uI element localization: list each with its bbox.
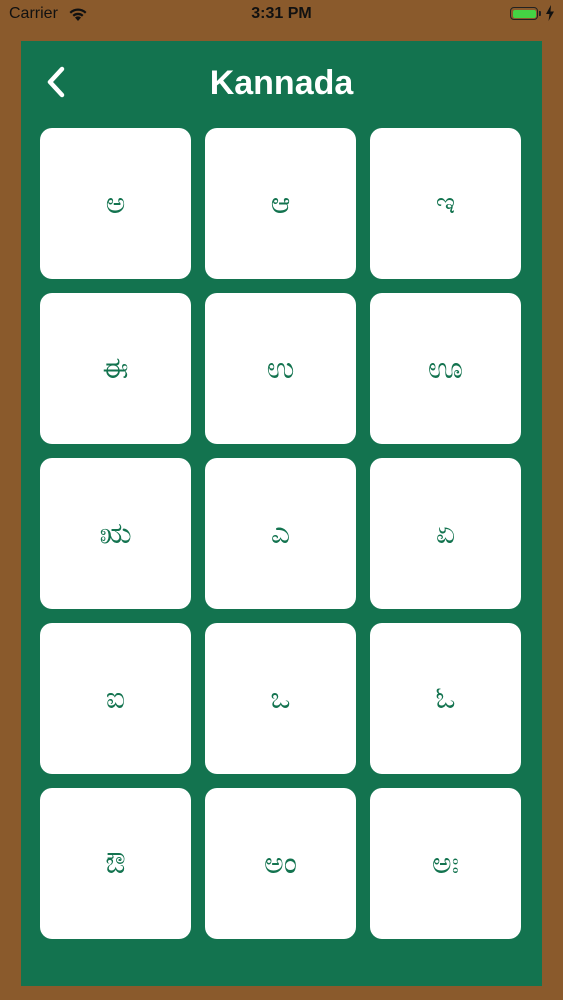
letter-label: ಔ <box>105 846 126 881</box>
letter-tile[interactable]: ಊ <box>370 293 521 444</box>
letter-label: ಏ <box>435 516 456 551</box>
letter-tile[interactable]: ಏ <box>370 458 521 609</box>
letter-grid: ಅ ಆ ಇ ಈ ಉ ಊ ಋ ಎ ಏ ಐ ಒ ಓ ಔ ಅಂ ಅಃ <box>40 128 521 939</box>
letter-label: ಋ <box>99 516 132 551</box>
letter-label: ಈ <box>102 351 129 386</box>
letter-tile[interactable]: ಅಃ <box>370 788 521 939</box>
letters-board: Kannada ಅ ಆ ಇ ಈ ಉ ಊ ಋ ಎ ಏ ಐ ಒ ಓ ಔ ಅಂ ಅಃ <box>21 41 542 986</box>
letter-tile[interactable]: ಉ <box>205 293 356 444</box>
letter-label: ಐ <box>105 681 126 716</box>
letter-tile[interactable]: ಐ <box>40 623 191 774</box>
letter-tile[interactable]: ಈ <box>40 293 191 444</box>
letter-tile[interactable]: ಔ <box>40 788 191 939</box>
status-bar: Carrier 3:31 PM <box>0 0 563 30</box>
letter-label: ಅಃ <box>431 846 460 881</box>
letter-tile[interactable]: ಎ <box>205 458 356 609</box>
letter-tile[interactable]: ಇ <box>370 128 521 279</box>
letter-tile[interactable]: ಒ <box>205 623 356 774</box>
battery-tip <box>539 11 541 16</box>
letter-tile[interactable]: ಓ <box>370 623 521 774</box>
letter-label: ಇ <box>435 186 456 221</box>
letter-label: ಊ <box>427 351 464 386</box>
letter-label: ಅಂ <box>263 846 298 881</box>
letter-label: ಆ <box>270 186 291 221</box>
letter-label: ಅ <box>105 186 126 221</box>
letter-label: ಉ <box>266 351 295 386</box>
letter-tile[interactable]: ಆ <box>205 128 356 279</box>
letter-tile[interactable]: ಅ <box>40 128 191 279</box>
clock: 3:31 PM <box>251 5 312 22</box>
letter-label: ಓ <box>435 681 456 716</box>
page-title: Kannada <box>209 64 354 102</box>
letter-tile[interactable]: ಋ <box>40 458 191 609</box>
charging-bolt-icon <box>546 5 554 21</box>
letter-label: ಎ <box>270 516 291 551</box>
letter-label: ಒ <box>270 681 291 716</box>
battery-icon <box>510 7 538 20</box>
letter-tile[interactable]: ಅಂ <box>205 788 356 939</box>
